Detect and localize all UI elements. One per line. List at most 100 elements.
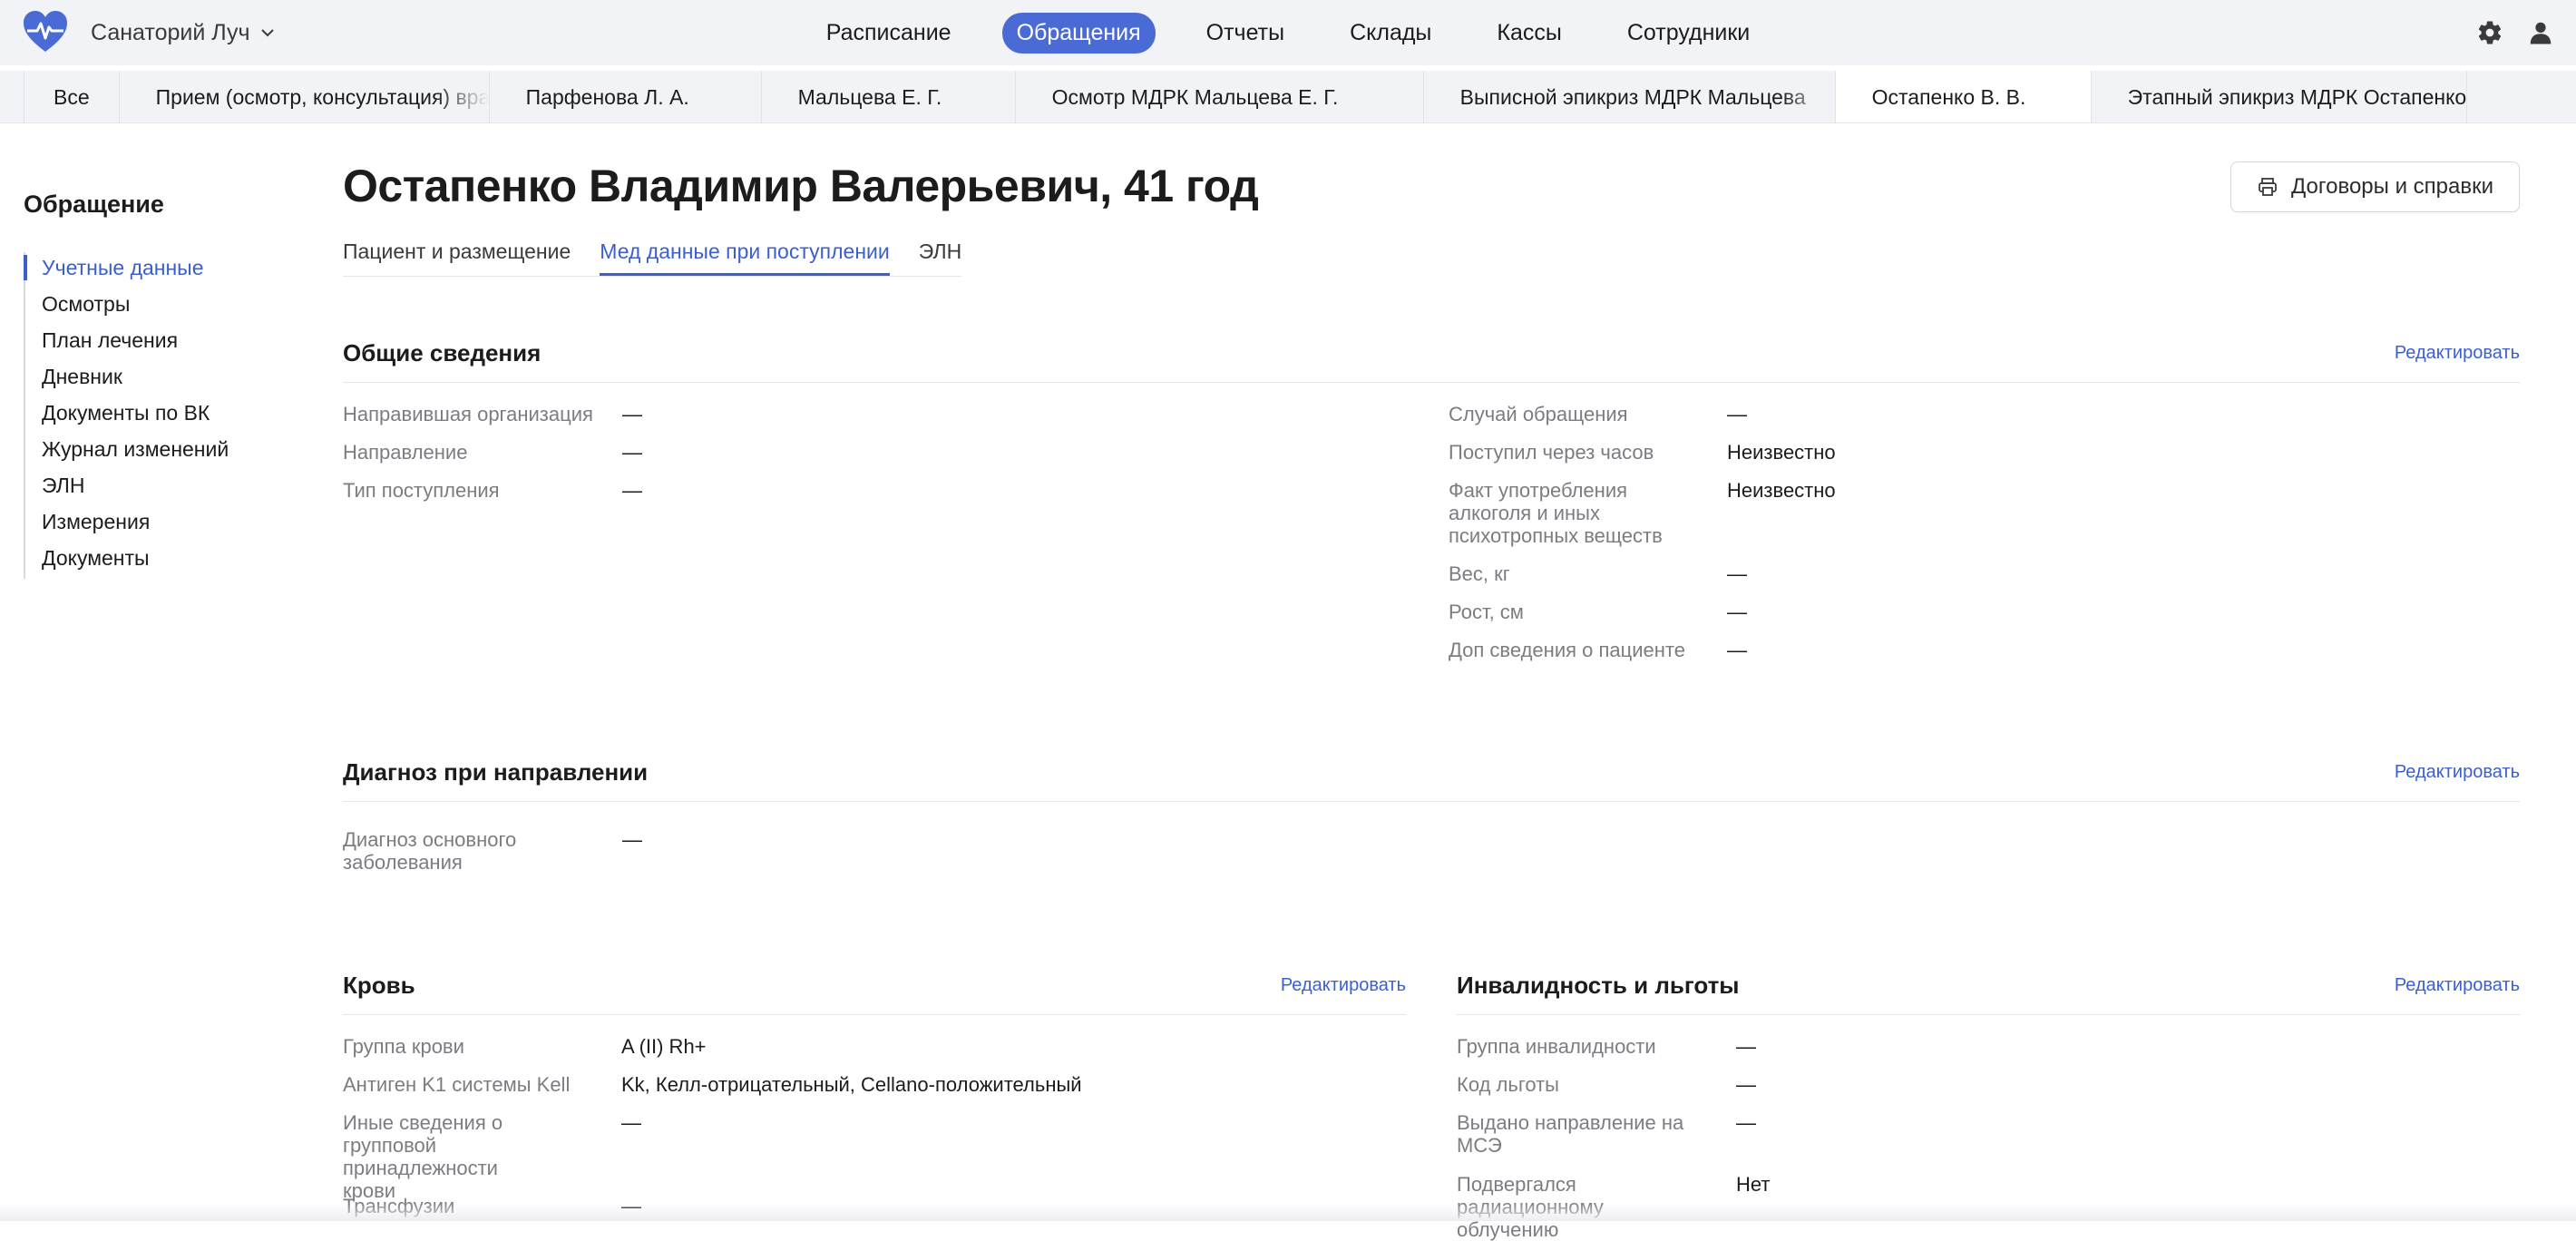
- field-label: Код льготы: [1457, 1073, 1559, 1096]
- field-mse-referral: Выдано направление на МСЭ —: [1457, 1111, 1756, 1157]
- edit-diagnosis-link[interactable]: Редактировать: [2395, 762, 2520, 783]
- field-alcohol-use: Факт употребления алкоголя и иных психот…: [1449, 479, 1836, 547]
- field-value: —: [621, 1111, 641, 1134]
- field-value: —: [1736, 1035, 1756, 1058]
- tab-ostapenko[interactable]: Остапенко В. В.: [1835, 71, 2092, 122]
- field-value: —: [622, 479, 642, 502]
- field-value: —: [622, 441, 642, 464]
- subtabs: Пациент и размещение Мед данные при пост…: [343, 239, 962, 277]
- field-referral: Направление —: [343, 441, 642, 464]
- field-value: A (II) Rh+: [621, 1035, 707, 1058]
- section-blood-title: Кровь: [343, 972, 415, 999]
- tab-label: Парфенова Л. А.: [525, 84, 689, 109]
- sidebar-item-documents[interactable]: Документы: [25, 542, 229, 579]
- chevron-down-icon: [261, 29, 275, 37]
- field-label: Доп сведения о пациенте: [1449, 639, 1685, 661]
- printer-icon: [2259, 178, 2277, 196]
- field-referring-org: Направившая организация —: [343, 403, 642, 425]
- field-height: Рост, см —: [1449, 601, 1747, 623]
- section-blood-header: Кровь Редактировать: [343, 972, 1406, 1015]
- tab-doctor-visit[interactable]: Прием (осмотр, консультация) врача: [120, 71, 490, 122]
- edit-blood-link[interactable]: Редактировать: [1281, 975, 1406, 996]
- sidebar-item-eln[interactable]: ЭЛН: [25, 470, 229, 506]
- sidebar-item-treatment-plan[interactable]: План лечения: [25, 325, 229, 361]
- tab-label: Выписной эпикриз МДРК Мальцева: [1459, 84, 1806, 109]
- field-value: —: [1727, 639, 1747, 661]
- tab-maltseva[interactable]: Мальцева Е. Г.: [762, 71, 1016, 122]
- nav-staff[interactable]: Сотрудники: [1613, 13, 1764, 54]
- field-main-diagnosis: Диагноз основного заболевания —: [343, 828, 642, 874]
- field-value: —: [1727, 601, 1747, 623]
- section-diagnosis-title: Диагноз при направлении: [343, 758, 649, 786]
- tab-label: Прием (осмотр, консультация) врача: [155, 84, 490, 109]
- org-name: Санаторий Луч: [91, 19, 250, 45]
- sidebar-item-measurements[interactable]: Измерения: [25, 506, 229, 542]
- tab-parfenova[interactable]: Парфенова Л. А.: [490, 71, 762, 122]
- field-admitted-after-hours: Поступил через часов Неизвестно: [1449, 441, 1836, 464]
- field-label: Вес, кг: [1449, 562, 1510, 585]
- field-other-blood-info: Иные сведения о групповой принадлежности…: [343, 1111, 641, 1202]
- tab-all[interactable]: Все: [24, 71, 120, 122]
- nav-appeals[interactable]: Обращения: [1001, 12, 1156, 54]
- field-admission-type: Тип поступления —: [343, 479, 642, 502]
- tab-stage-summary-ostapenko[interactable]: Этапный эпикриз МДРК Остапенко: [2092, 71, 2468, 122]
- field-label: Тип поступления: [343, 479, 500, 502]
- nav-reports[interactable]: Отчеты: [1192, 13, 1299, 54]
- subtab-medical-data-admission[interactable]: Мед данные при поступлении: [600, 239, 890, 276]
- tab-mdrk-exam-maltseva[interactable]: Осмотр МДРК Мальцева Е. Г.: [1016, 71, 1424, 122]
- field-label: Направившая организация: [343, 403, 593, 425]
- page-title: Остапенко Владимир Валерьевич, 41 год: [343, 161, 1259, 211]
- field-label: Группа крови: [343, 1035, 464, 1058]
- section-disability-title: Инвалидность и льготы: [1457, 972, 1740, 999]
- sidebar-item-account-data[interactable]: Учетные данные: [23, 252, 229, 288]
- field-case: Случай обращения —: [1449, 403, 1747, 425]
- org-switcher[interactable]: Санаторий Луч: [91, 0, 277, 65]
- field-value: —: [1727, 562, 1747, 585]
- field-value: Kk, Келл-отрицательный, Cellano-положите…: [621, 1073, 1082, 1096]
- sidebar-item-change-log[interactable]: Журнал изменений: [25, 434, 229, 470]
- nav-cashdesks[interactable]: Кассы: [1482, 13, 1576, 54]
- section-general-header: Общие сведения Редактировать: [343, 339, 2520, 383]
- field-value: Неизвестно: [1727, 479, 1836, 502]
- field-benefit-code: Код льготы —: [1457, 1073, 1756, 1096]
- edit-disability-link[interactable]: Редактировать: [2395, 975, 2520, 996]
- field-value: —: [1736, 1111, 1756, 1134]
- section-diagnosis-header: Диагноз при направлении Редактировать: [343, 758, 2520, 802]
- field-value: —: [1727, 403, 1747, 425]
- nav-warehouses[interactable]: Склады: [1335, 13, 1446, 54]
- tab-label: Остапенко В. В.: [1871, 84, 2026, 109]
- field-extra-info: Доп сведения о пациенте —: [1449, 639, 1747, 661]
- sidebar-item-vk-documents[interactable]: Документы по ВК: [25, 397, 229, 434]
- contracts-button-label: Договоры и справки: [2291, 174, 2493, 199]
- user-icon[interactable]: [2527, 19, 2554, 46]
- field-value: Неизвестно: [1727, 441, 1836, 464]
- main-nav: Расписание Обращения Отчеты Склады Кассы…: [0, 0, 2576, 65]
- heart-pulse-logo-icon[interactable]: [22, 9, 69, 54]
- sidebar-nav: Учетные данные Осмотры План лечения Днев…: [23, 252, 229, 579]
- tab-label: Этапный эпикриз МДРК Остапенко: [2127, 84, 2467, 109]
- top-bar: Санаторий Луч Расписание Обращения Отчет…: [0, 0, 2576, 65]
- field-label: Направление: [343, 441, 468, 464]
- field-label: Поступил через часов: [1449, 441, 1654, 464]
- tab-label: Осмотр МДРК Мальцева Е. Г.: [1051, 84, 1339, 109]
- field-label: Выдано направление на МСЭ: [1457, 1111, 1684, 1157]
- sidebar-item-diary[interactable]: Дневник: [25, 361, 229, 397]
- edit-general-link[interactable]: Редактировать: [2395, 343, 2520, 364]
- subtab-patient-placement[interactable]: Пациент и размещение: [343, 239, 571, 276]
- tab-discharge-summary-maltseva[interactable]: Выписной эпикриз МДРК Мальцева: [1424, 71, 1836, 122]
- field-kell-antigen: Антиген K1 системы Kell Kk, Келл-отрицат…: [343, 1073, 1082, 1096]
- tab-label: Мальцева Е. Г.: [797, 84, 942, 109]
- field-value: —: [622, 403, 642, 425]
- field-label: Рост, см: [1449, 601, 1524, 623]
- field-label: Факт употребления алкоголя и иных психот…: [1449, 479, 1663, 547]
- tab-label: Все: [54, 84, 90, 109]
- sidebar-item-examinations[interactable]: Осмотры: [25, 288, 229, 325]
- scroll-fade: [0, 1203, 2576, 1221]
- field-label: Иные сведения о групповой принадлежности…: [343, 1111, 503, 1202]
- open-tabs-strip: Все Прием (осмотр, консультация) врача П…: [0, 71, 2576, 123]
- field-value: —: [1736, 1073, 1756, 1096]
- gear-icon[interactable]: [2476, 19, 2503, 46]
- subtab-eln[interactable]: ЭЛН: [919, 239, 961, 276]
- contracts-and-certificates-button[interactable]: Договоры и справки: [2230, 161, 2520, 212]
- nav-schedule[interactable]: Расписание: [812, 13, 966, 54]
